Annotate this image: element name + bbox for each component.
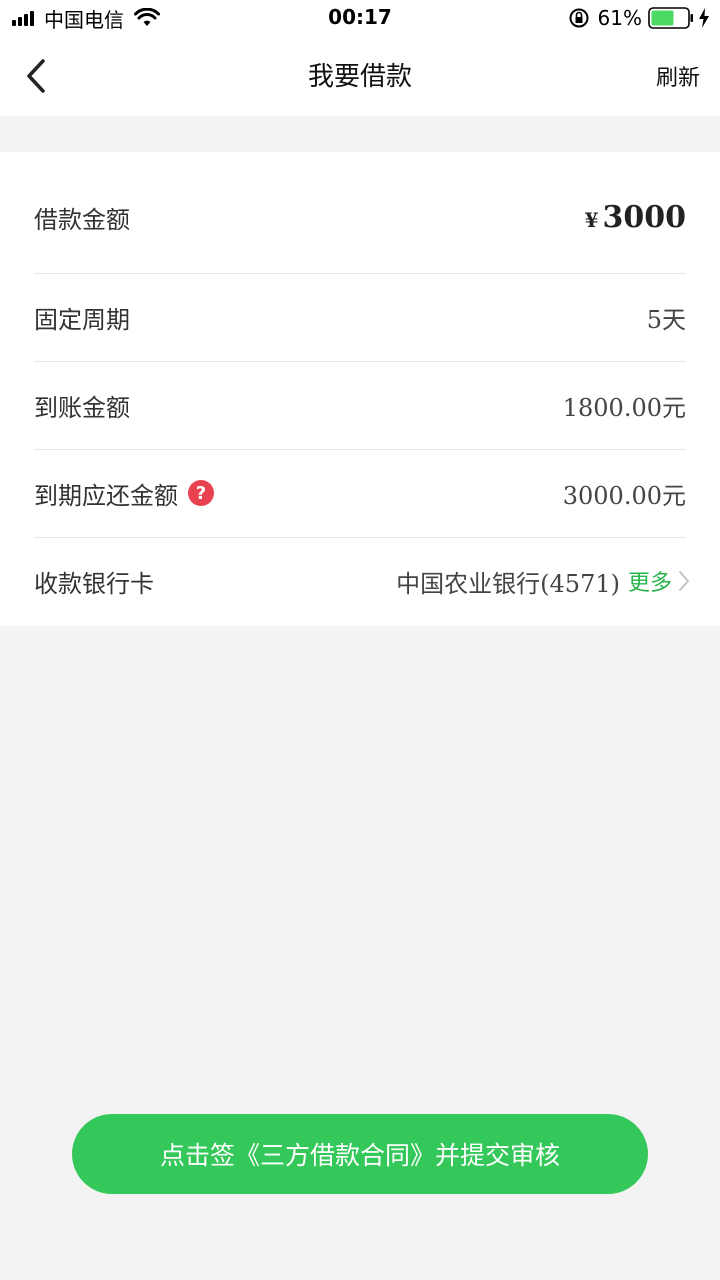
loan-amount-value: ¥ 3000 <box>585 200 686 235</box>
received-amount-label: 到账金额 <box>34 393 130 422</box>
refresh-button[interactable]: 刷新 <box>656 60 700 92</box>
received-amount-row: 到账金额 1800.00元 <box>34 372 686 438</box>
period-label: 固定周期 <box>34 305 130 334</box>
help-icon[interactable]: ? <box>188 480 214 506</box>
bank-card-label: 收款银行卡 <box>34 569 154 598</box>
charging-icon <box>699 8 709 28</box>
divider <box>34 273 686 274</box>
loan-amount-label: 借款金额 <box>34 205 130 234</box>
due-amount-row: 到期应还金额 ? 3000.00元 <box>34 460 686 526</box>
divider <box>34 537 686 538</box>
loan-amount-row: 借款金额 ¥ 3000 <box>34 182 686 252</box>
loan-amount-number: 3000 <box>602 199 687 235</box>
submit-button[interactable]: 点击签《三方借款合同》并提交审核 <box>72 1114 648 1194</box>
divider <box>34 449 686 450</box>
status-right: 61% <box>568 6 710 30</box>
chevron-right-icon <box>679 571 689 591</box>
nav-bar: 我要借款 刷新 <box>0 36 720 116</box>
loan-info-card: 借款金额 ¥ 3000 固定周期 5天 到账金额 1800.00元 到期应还金额… <box>0 152 720 626</box>
received-amount-value: 1800.00元 <box>562 393 686 422</box>
currency-symbol: ¥ <box>584 207 599 232</box>
battery-icon <box>648 7 693 29</box>
period-value: 5天 <box>646 305 686 334</box>
bank-card-value-group[interactable]: 中国农业银行(4571) 更多 <box>396 564 690 599</box>
bank-card-value: 中国农业银行(4571) <box>396 569 620 598</box>
battery-percent: 61% <box>597 6 642 30</box>
bank-card-row[interactable]: 收款银行卡 中国农业银行(4571) 更多 <box>34 548 690 614</box>
divider <box>34 361 686 362</box>
page-title: 我要借款 <box>307 62 412 92</box>
due-amount-label-group: 到期应还金额 ? <box>34 476 214 511</box>
rotation-lock-icon <box>569 8 589 28</box>
more-link[interactable]: 更多 <box>628 565 672 597</box>
due-amount-value: 3000.00元 <box>562 481 686 510</box>
due-amount-label: 到期应还金额 <box>34 481 178 510</box>
status-bar: 中国电信 00:17 61% <box>0 0 720 36</box>
period-row: 固定周期 5天 <box>34 284 686 350</box>
